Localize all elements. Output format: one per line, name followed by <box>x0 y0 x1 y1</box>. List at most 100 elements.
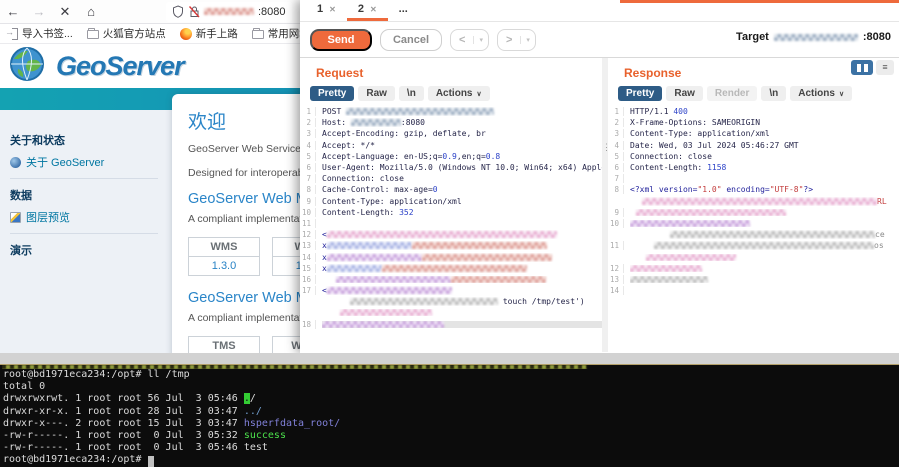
code-text: Content-Type: application/xml <box>630 129 899 138</box>
view-tab-raw[interactable]: Raw <box>358 86 395 101</box>
view-tab-raw[interactable]: Raw <box>666 86 703 101</box>
terminal-text: drwxr-xr-x. 1 root root 28 Jul 3 03:47 <box>3 406 244 417</box>
view-tab-pretty[interactable]: Pretty <box>618 86 662 101</box>
forward-button[interactable]: → <box>26 4 52 19</box>
line-number: 10 <box>608 219 624 228</box>
repeater-tab-bar: 1✕2✕... <box>300 0 899 22</box>
burp-repeater-window: 1✕2✕... Send Cancel <▾ >▾ Target :8080 R… <box>300 0 899 353</box>
view-tab-actions[interactable]: Actions∨ <box>428 86 490 101</box>
code-token: "1.0" <box>697 185 721 194</box>
code-text: Cache-Control: max-age=0 <box>322 185 602 194</box>
layout-menu-button[interactable]: ≡ <box>876 60 894 75</box>
view-tab-pretty[interactable]: Pretty <box>310 86 354 101</box>
target-indicator[interactable]: Target :8080 <box>736 31 891 43</box>
code-token: HTTP/1.1 <box>630 107 673 116</box>
code-token: 400 <box>673 107 687 116</box>
response-viewer[interactable]: 1HTTP/1.1 4002X-Frame-Options: SAMEORIGI… <box>608 106 899 296</box>
view-tab-n[interactable]: \n <box>761 86 786 101</box>
send-button[interactable]: Send <box>310 29 372 51</box>
code-text: Host: :8080 <box>322 118 602 127</box>
code-line: 1POST <box>300 106 602 117</box>
request-title: Request <box>316 66 602 80</box>
code-text: <?xml version="1.0" encoding="UTF-8"?> <box>630 185 899 194</box>
censored-blur <box>340 309 432 316</box>
line-number: 5 <box>300 152 316 161</box>
geoserver-sidebar: 关于和状态关于 GeoServer数据图层预览演示 <box>0 110 170 353</box>
view-tab-actions[interactable]: Actions∨ <box>790 86 852 101</box>
repeater-tab[interactable]: 2✕ <box>347 0 388 21</box>
code-token: :8080 <box>401 118 425 127</box>
repeater-tab-label: 2 <box>358 3 364 15</box>
censored-blur <box>327 265 382 272</box>
terminal-text: drwxrwxrwt. 1 root root 56 Jul 3 05:46 <box>3 393 244 404</box>
code-token: Accept: */* <box>322 141 375 150</box>
censored-blur <box>327 254 422 261</box>
line-number: 15 <box>300 264 316 273</box>
code-token: Accept-Language: en-US;q= <box>322 152 442 161</box>
view-tab-label: Actions <box>436 88 473 99</box>
bookmark-item[interactable]: 新手上路 <box>180 26 238 41</box>
repeater-tab[interactable]: 1✕ <box>306 0 347 21</box>
code-line: 3Content-Type: application/xml <box>608 128 899 139</box>
terminal-text: -rw-r-----. 1 root root 0 Jul 3 05:32 <box>3 430 244 441</box>
censored-target-blur <box>774 34 858 41</box>
close-tab-icon[interactable]: ✕ <box>370 5 377 14</box>
code-text: X-Frame-Options: SAMEORIGIN <box>630 118 899 127</box>
split-columns-layout-button[interactable] <box>851 60 873 75</box>
sidebar-section-header: 关于和状态 <box>10 132 158 148</box>
bookmark-item[interactable]: 火狐官方站点 <box>87 26 166 41</box>
close-tab-icon[interactable]: ✕ <box>329 5 336 14</box>
next-request-button[interactable]: >▾ <box>497 29 536 51</box>
line-number: 13 <box>608 275 624 284</box>
code-line: 7Connection: close <box>300 173 602 184</box>
censored-blur <box>336 276 451 283</box>
code-text: Accept-Encoding: gzip, deflate, br <box>322 129 602 138</box>
terminal-line: drwxr-xr-x. 1 root root 28 Jul 3 03:47 .… <box>0 406 899 418</box>
code-text <box>630 220 899 227</box>
code-token: 0.8 <box>486 152 500 161</box>
code-line: RL <box>608 196 899 207</box>
terminal-text: test <box>244 442 268 453</box>
code-line: 10 <box>608 218 899 229</box>
repeater-toolbar: Send Cancel <▾ >▾ Target :8080 <box>300 22 899 57</box>
code-line: 1HTTP/1.1 400 <box>608 106 899 117</box>
code-line: 8Cache-Control: max-age=0 <box>300 184 602 195</box>
terminal-window[interactable]: root@bd1971eca234:/opt# ll /tmptotal 0dr… <box>0 364 899 467</box>
request-editor[interactable]: 1POST 2Host: :80803Accept-Encoding: gzip… <box>300 106 602 330</box>
caret-down-icon[interactable]: ▾ <box>520 36 535 44</box>
code-token: Accept-Encoding: gzip, deflate, br <box>322 129 486 138</box>
service-name: TMS <box>189 337 259 353</box>
code-text <box>630 265 899 272</box>
service-version-link[interactable]: 1.3.0 <box>189 257 259 275</box>
terminal-line: drwxr-x---. 2 root root 15 Jul 3 03:47 h… <box>0 418 899 430</box>
view-tab-render[interactable]: Render <box>707 86 757 101</box>
sidebar-divider <box>10 233 158 234</box>
url-input[interactable]: :8080 <box>166 2 292 22</box>
stop-button[interactable]: ✕ <box>52 4 78 20</box>
code-token: X-Frame-Options: SAMEORIGIN <box>630 118 760 127</box>
request-response-split: Request Pretty Raw \n Actions∨ 1POST 2Host:… <box>300 57 899 352</box>
code-token: ,en;q= <box>457 152 486 161</box>
sidebar-item-layer-preview[interactable]: 图层预览 <box>10 209 158 225</box>
sidebar-section-header: 数据 <box>10 187 158 203</box>
sidebar-item-about-geoserver[interactable]: 关于 GeoServer <box>10 154 158 170</box>
code-text: RL <box>630 197 899 206</box>
prev-request-button[interactable]: <▾ <box>450 29 489 51</box>
cancel-button[interactable]: Cancel <box>380 29 442 51</box>
bookmark-item[interactable]: 导入书签... <box>6 26 73 41</box>
line-number: 4 <box>300 141 316 150</box>
service-box: TMS1.0.0 <box>188 336 260 353</box>
repeater-tab[interactable]: ... <box>388 0 419 21</box>
geoserver-globe-icon <box>8 45 46 88</box>
view-tab-n[interactable]: \n <box>399 86 424 101</box>
code-text: POST <box>322 107 602 116</box>
response-view-tabs: Pretty Raw Render \n Actions∨ <box>618 86 899 101</box>
terminal-line: -rw-r-----. 1 root root 0 Jul 3 05:46 te… <box>0 442 899 454</box>
screenshot-root: ← → ✕ ⌂ :8080 导入书签...火狐官方站点新手上路常用网址JD京东商… <box>0 0 899 467</box>
code-text <box>630 254 899 261</box>
back-button[interactable]: ← <box>0 4 26 19</box>
home-button[interactable]: ⌂ <box>78 4 104 19</box>
caret-down-icon[interactable]: ▾ <box>473 36 488 44</box>
code-line: 14x <box>300 251 602 262</box>
line-number: 5 <box>608 152 624 161</box>
